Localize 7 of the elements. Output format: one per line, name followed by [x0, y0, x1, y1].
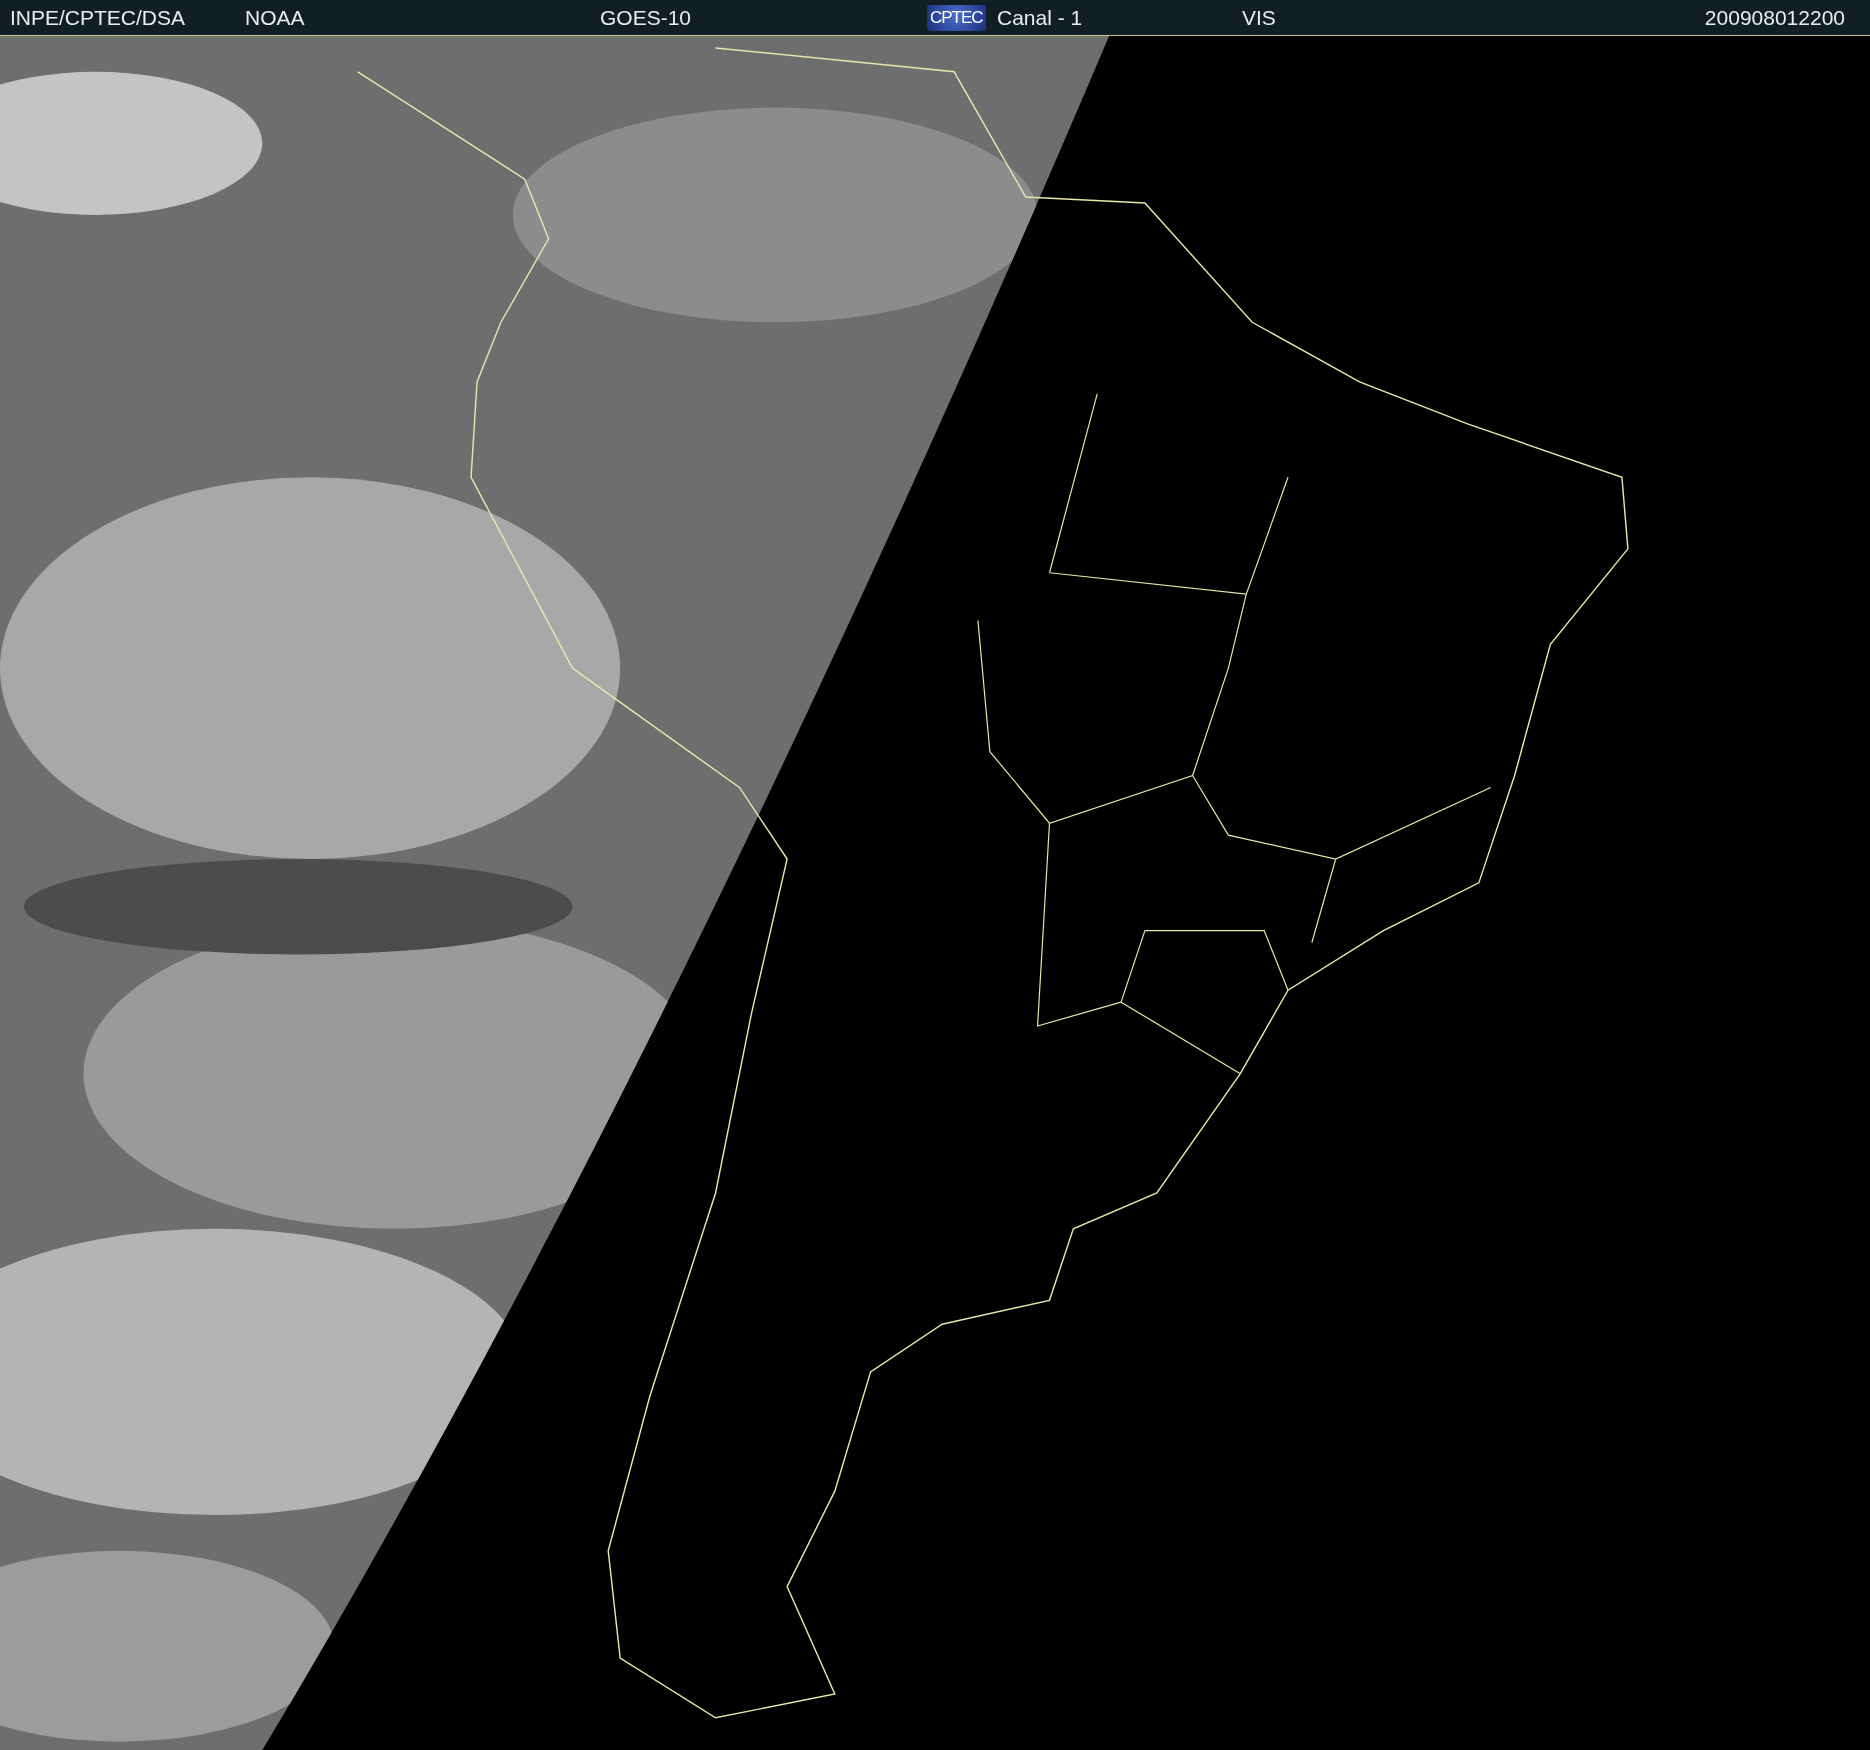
logo: CPTEC [927, 4, 986, 31]
header-label: INPE/CPTEC/DSA [10, 5, 186, 30]
header-label: NOAA [245, 5, 305, 30]
header-label: Canal - 1 [997, 5, 1083, 30]
header-label: GOES-10 [600, 5, 692, 30]
header-label: VIS [1242, 5, 1276, 30]
header-label: 200908012200 [1704, 5, 1845, 30]
